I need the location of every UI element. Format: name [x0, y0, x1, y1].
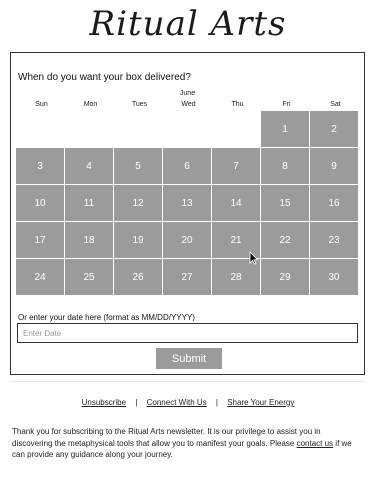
calendar-day-cell[interactable]: 25 [65, 259, 113, 295]
calendar-day-cell[interactable]: 10 [16, 185, 64, 221]
calendar-day-cell[interactable]: 30 [310, 259, 358, 295]
calendar-day-cell[interactable]: 11 [65, 185, 113, 221]
calendar-day-cell[interactable]: 27 [163, 259, 211, 295]
contact-us-link[interactable]: contact us [297, 439, 333, 448]
calendar-day-cell[interactable]: 5 [114, 148, 162, 184]
weekday-label: Mon [83, 101, 98, 108]
unsubscribe-link[interactable]: Unsubscribe [82, 398, 126, 407]
calendar-day-cell[interactable]: 1 [261, 111, 309, 147]
brand-title: Ritual Arts [89, 4, 287, 44]
connect-with-us-link[interactable]: Connect With Us [147, 398, 207, 407]
calendar-day-cell[interactable]: 29 [261, 259, 309, 295]
calendar-day-cell[interactable]: 6 [163, 148, 211, 184]
calendar-empty-cell [16, 111, 64, 147]
calendar-empty-cell [114, 111, 162, 147]
delivery-date-picker: When do you want your box delivered? Jun… [10, 52, 365, 375]
footer-links: Unsubscribe | Connect With Us | Share Yo… [0, 398, 376, 407]
share-your-energy-link[interactable]: Share Your Energy [227, 398, 294, 407]
calendar-day-cell[interactable]: 9 [310, 148, 358, 184]
calendar-day-cell[interactable]: 3 [16, 148, 64, 184]
calendar-day-cell[interactable]: 17 [16, 222, 64, 258]
weekday-label: Fri [282, 101, 291, 108]
calendar-day-cell[interactable]: 22 [261, 222, 309, 258]
calendar-day-cell[interactable]: 7 [212, 148, 260, 184]
calendar-month-label: June [179, 90, 196, 97]
calendar-day-cell[interactable]: 20 [163, 222, 211, 258]
weekday-label: Wed [181, 101, 196, 108]
calendar-day-cell[interactable]: 26 [114, 259, 162, 295]
footer-divider [10, 381, 365, 382]
weekday-label: Tues [131, 101, 148, 108]
calendar-empty-cell [65, 111, 113, 147]
newsletter-message: Thank you for subscribing to the Ritual … [12, 426, 362, 461]
calendar-day-cell[interactable]: 14 [212, 185, 260, 221]
link-separator: | [215, 398, 218, 407]
weekday-header-row: Sun Mon Tues Wed Thu Fri Sat [17, 101, 360, 108]
link-separator: | [135, 398, 138, 407]
submit-button[interactable]: Submit [156, 348, 222, 369]
calendar-empty-cell [212, 111, 260, 147]
calendar-day-cell[interactable]: 24 [16, 259, 64, 295]
calendar-day-cell[interactable]: 8 [261, 148, 309, 184]
delivery-question: When do you want your box delivered? [18, 72, 191, 83]
weekday-label: Thu [231, 101, 244, 108]
calendar-day-cell[interactable]: 12 [114, 185, 162, 221]
manual-date-label: Or enter your date here (format as MM/DD… [18, 313, 195, 322]
message-text: Thank you for subscribing to the Ritual … [12, 427, 321, 448]
weekday-label: Sat [330, 101, 341, 108]
calendar-day-cell[interactable]: 23 [310, 222, 358, 258]
calendar-empty-cell [163, 111, 211, 147]
calendar-grid: 1 2 3 4 5 6 7 8 9 10 11 12 13 14 15 16 17 18 19 20 21 22 23 24 2… [16, 111, 360, 295]
mouse-cursor-icon [249, 251, 259, 265]
calendar-day-cell[interactable]: 2 [310, 111, 358, 147]
calendar-day-cell[interactable]: 16 [310, 185, 358, 221]
weekday-label: Sun [35, 101, 48, 108]
calendar-day-cell[interactable]: 15 [261, 185, 309, 221]
calendar-day-cell[interactable]: 19 [114, 222, 162, 258]
calendar-day-cell[interactable]: 13 [163, 185, 211, 221]
calendar-day-cell[interactable]: 4 [65, 148, 113, 184]
date-input[interactable] [17, 323, 358, 343]
calendar-day-cell[interactable]: 18 [65, 222, 113, 258]
